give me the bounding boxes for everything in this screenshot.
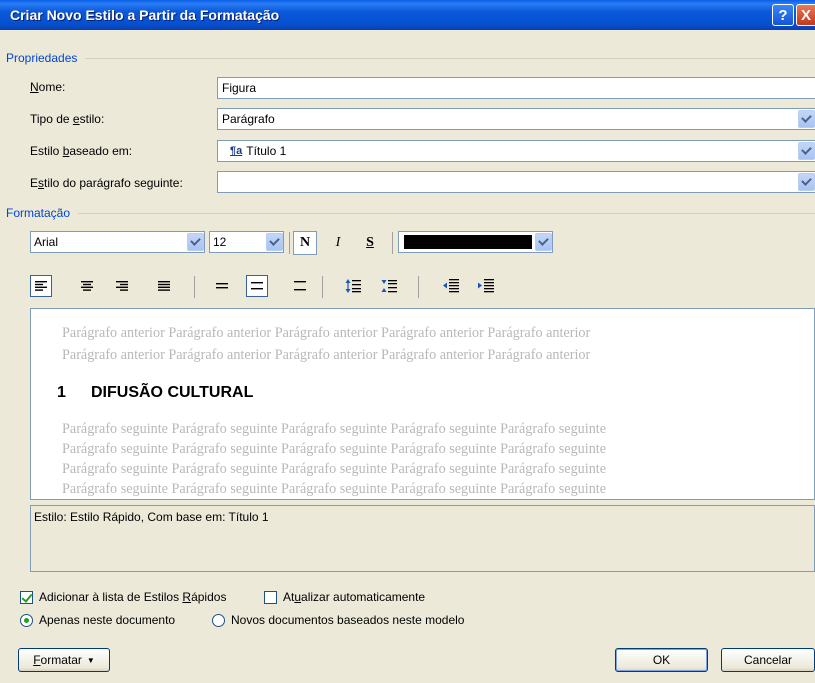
help-button[interactable]: ?	[772, 4, 794, 26]
heading-number: 1	[57, 384, 66, 401]
increase-indent-button[interactable]	[475, 275, 497, 297]
name-label: Nome:	[30, 80, 66, 94]
justify-icon	[158, 281, 170, 291]
cancel-button[interactable]: Cancelar	[721, 648, 815, 672]
bold-button[interactable]: N	[293, 231, 317, 255]
bold-icon: N	[299, 235, 311, 250]
following-paragraph-line: Parágrafo seguinte Parágrafo seguinte Pa…	[62, 421, 607, 437]
font-color-select[interactable]	[398, 231, 553, 253]
style-preview: Parágrafo anterior Parágrafo anterior Pa…	[30, 308, 815, 500]
description-text: Estilo: Estilo Rápido, Com base em: Títu…	[34, 510, 269, 524]
font-color-swatch	[404, 235, 532, 249]
paragraph-style-icon: ¶a	[230, 145, 243, 157]
only-this-document-label[interactable]: Apenas neste documento	[39, 613, 175, 627]
align-center-icon	[81, 281, 93, 291]
style-description: Estilo: Estilo Rápido, Com base em: Títu…	[30, 505, 815, 572]
name-field[interactable]: Figura	[217, 77, 815, 99]
align-left-icon	[35, 281, 47, 291]
based-on-select[interactable]: ¶a Título 1	[217, 140, 815, 162]
underline-icon: S	[366, 235, 374, 250]
heading-text: DIFUSÃO CULTURAL	[91, 384, 254, 401]
based-on-value: Título 1	[246, 144, 287, 158]
style-type-label: Tipo de estilo:	[30, 112, 105, 126]
cancel-label: Cancelar	[743, 653, 793, 667]
add-quick-styles-label[interactable]: Adicionar à lista de Estilos Rápidos	[39, 590, 226, 604]
title-bar: Criar Novo Estilo a Partir da Formatação…	[0, 0, 815, 30]
only-this-document-radio[interactable]	[20, 614, 33, 627]
chevron-down-icon[interactable]	[798, 173, 815, 191]
style-type-select[interactable]: Parágrafo	[217, 108, 815, 130]
properties-heading: Propriedades	[6, 51, 78, 65]
format-label: Formatar	[33, 653, 82, 667]
format-button[interactable]: Formatar ▼	[18, 648, 110, 672]
align-right-button[interactable]	[111, 275, 133, 297]
ok-button[interactable]: OK	[615, 648, 708, 672]
one-half-spacing-icon	[251, 282, 263, 290]
chevron-down-icon[interactable]	[266, 233, 283, 251]
close-icon: X	[800, 6, 811, 24]
size-select[interactable]: 12	[209, 231, 284, 253]
space-before-icon	[345, 279, 361, 293]
space-after-icon	[381, 280, 397, 293]
formatting-section-title: Formatação	[6, 206, 815, 220]
following-paragraph-line: Parágrafo seguinte Parágrafo seguinte Pa…	[62, 481, 607, 497]
chevron-down-icon[interactable]	[187, 233, 204, 251]
following-paragraph-line: Parágrafo seguinte Parágrafo seguinte Pa…	[62, 461, 607, 477]
double-spacing-button[interactable]	[289, 275, 311, 297]
underline-button[interactable]: S	[358, 231, 382, 255]
align-left-button[interactable]	[30, 275, 52, 297]
based-on-label: Estilo baseado em:	[30, 144, 133, 158]
caret-down-icon: ▼	[86, 655, 95, 665]
new-documents-label[interactable]: Novos documentos baseados neste modelo	[231, 613, 464, 627]
justify-button[interactable]	[153, 275, 175, 297]
decrease-indent-icon	[443, 279, 459, 293]
window-title: Criar Novo Estilo a Partir da Formatação	[10, 7, 280, 23]
chevron-down-icon[interactable]	[798, 142, 815, 160]
auto-update-label[interactable]: Atualizar automaticamente	[283, 590, 425, 604]
italic-icon: I	[335, 235, 341, 250]
font-select[interactable]: Arial	[30, 231, 205, 253]
next-style-label: Estilo do parágrafo seguinte:	[30, 176, 183, 190]
following-paragraph-line: Parágrafo seguinte Parágrafo seguinte Pa…	[62, 441, 607, 457]
decrease-paragraph-spacing-button[interactable]	[378, 275, 400, 297]
chevron-down-icon[interactable]	[535, 233, 552, 251]
auto-update-checkbox[interactable]	[264, 591, 277, 604]
preview-heading: 1 DIFUSÃO CULTURAL	[57, 384, 253, 402]
style-type-value: Parágrafo	[222, 112, 275, 126]
italic-button[interactable]: I	[326, 231, 350, 255]
close-button[interactable]: X	[796, 4, 815, 26]
decrease-indent-button[interactable]	[440, 275, 462, 297]
single-spacing-button[interactable]	[211, 275, 233, 297]
previous-paragraph-line: Parágrafo anterior Parágrafo anterior Pa…	[62, 347, 591, 363]
increase-indent-icon	[478, 279, 494, 293]
chevron-down-icon[interactable]	[798, 110, 815, 128]
add-quick-styles-checkbox[interactable]	[20, 591, 33, 604]
previous-paragraph-line: Parágrafo anterior Parágrafo anterior Pa…	[62, 325, 591, 341]
ok-label: OK	[652, 653, 671, 667]
help-icon: ?	[778, 6, 788, 24]
properties-section-title: Propriedades	[6, 51, 815, 65]
double-spacing-icon	[294, 281, 306, 291]
formatting-heading: Formatação	[6, 206, 71, 220]
size-value: 12	[213, 235, 227, 249]
increase-paragraph-spacing-button[interactable]	[342, 275, 364, 297]
single-spacing-icon	[216, 283, 228, 289]
align-right-icon	[116, 281, 128, 291]
new-documents-radio[interactable]	[212, 614, 225, 627]
align-center-button[interactable]	[76, 275, 98, 297]
name-value: Figura	[222, 81, 257, 95]
one-half-spacing-button[interactable]	[246, 275, 268, 297]
font-value: Arial	[34, 235, 59, 249]
next-style-select[interactable]	[217, 171, 815, 193]
